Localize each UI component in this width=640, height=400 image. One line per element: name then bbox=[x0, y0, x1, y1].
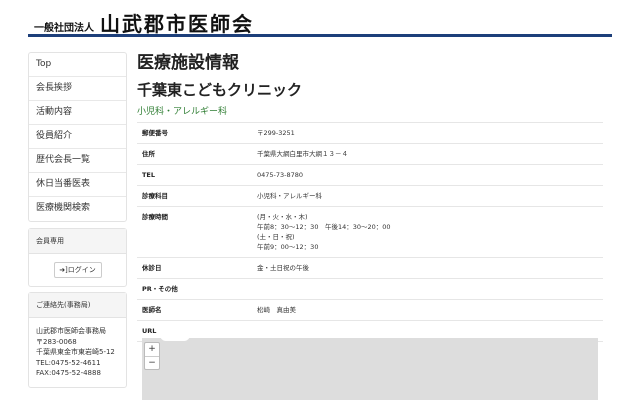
row-value: 0475-73-8780 bbox=[252, 164, 603, 186]
table-row: 住所 千葉県大網白里市大網１３－４ bbox=[137, 143, 603, 165]
login-button[interactable]: ➜]ログイン bbox=[53, 262, 102, 278]
sidebar-item-holiday-duty[interactable]: 休日当番医表 bbox=[29, 173, 126, 197]
table-row: 医師名 松崎 真由美 bbox=[137, 299, 603, 321]
header-divider bbox=[28, 34, 612, 37]
map-zoom-control: + − bbox=[144, 342, 160, 370]
row-value: 金・土日祝の午後 bbox=[252, 257, 603, 279]
zoom-in-button[interactable]: + bbox=[145, 343, 159, 357]
contact-line: 〒283-0068 bbox=[36, 337, 77, 346]
sidebar-item-greeting[interactable]: 会長挨拶 bbox=[29, 77, 126, 101]
row-value: 千葉県大網白里市大網１３－４ bbox=[252, 143, 603, 165]
contact-line: 山武郡市医師会事務局 bbox=[36, 327, 106, 335]
row-label: TEL bbox=[137, 164, 252, 186]
login-icon: ➜] bbox=[59, 266, 68, 274]
row-label: 医師名 bbox=[137, 299, 252, 321]
contact-line: 千葉県東金市東岩崎5-12 bbox=[36, 348, 115, 356]
row-label: 住所 bbox=[137, 143, 252, 165]
sidebar-item-past-presidents[interactable]: 歴代会長一覧 bbox=[29, 149, 126, 173]
row-value: 小児科・アレルギー科 bbox=[252, 185, 603, 207]
row-value bbox=[252, 278, 603, 300]
row-label: 休診日 bbox=[137, 257, 252, 279]
contact-line: TEL:0475-52-4611 bbox=[36, 358, 101, 367]
contact-heading: ご連絡先(事務局) bbox=[29, 293, 126, 318]
sidebar-nav: Top 会長挨拶 活動内容 役員紹介 歴代会長一覧 休日当番医表 医療機関検索 bbox=[28, 52, 127, 222]
table-row: PR・その他 bbox=[137, 278, 603, 300]
table-row: 休診日 金・土日祝の午後 bbox=[137, 257, 603, 279]
row-value: 松崎 真由美 bbox=[252, 299, 603, 321]
clinic-name: 千葉東こどもクリニック bbox=[137, 81, 303, 99]
contact-line: FAX:0475-52-4888 bbox=[36, 369, 101, 377]
members-panel: 会員専用 ➜]ログイン bbox=[28, 228, 127, 287]
row-label: 郵便番号 bbox=[137, 122, 252, 144]
row-label: 診療科目 bbox=[137, 185, 252, 207]
sidebar-item-activities[interactable]: 活動内容 bbox=[29, 101, 126, 125]
sidebar-item-top[interactable]: Top bbox=[29, 53, 126, 77]
sidebar-item-facility-search[interactable]: 医療機関検索 bbox=[29, 197, 126, 221]
table-row: 郵便番号 〒299-3251 bbox=[137, 122, 603, 144]
row-label: 診療時間 bbox=[137, 206, 252, 258]
sidebar-item-officers[interactable]: 役員紹介 bbox=[29, 125, 126, 149]
row-value: 〒299-3251 bbox=[252, 122, 603, 144]
clinic-subject: 小児科・アレルギー科 bbox=[137, 107, 228, 117]
contact-panel: ご連絡先(事務局) 山武郡市医師会事務局 〒283-0068 千葉県東金市東岩崎… bbox=[28, 292, 127, 388]
table-row: 診療科目 小児科・アレルギー科 bbox=[137, 185, 603, 207]
site-logo[interactable]: 一般社団法人 山武郡市医師会 bbox=[34, 8, 254, 37]
row-value: (月・火・水・木) 午前8：30〜12：30 午後14：30〜20：00 (土・… bbox=[252, 206, 603, 258]
page-title: 医療施設情報 bbox=[137, 53, 239, 73]
table-row: 診療時間 (月・火・水・木) 午前8：30〜12：30 午後14：30〜20：00… bbox=[137, 206, 603, 258]
main-content: 医療施設情報 千葉東こどもクリニック 小児科・アレルギー科 郵便番号 〒299-3… bbox=[137, 48, 603, 362]
members-heading: 会員専用 bbox=[29, 229, 126, 254]
zoom-out-button[interactable]: − bbox=[145, 357, 159, 370]
clinic-info-table: 郵便番号 〒299-3251 住所 千葉県大網白里市大網１３－４ TEL 0475-73-… bbox=[137, 122, 603, 362]
map-popup-tail bbox=[160, 333, 190, 341]
map[interactable] bbox=[142, 338, 598, 400]
table-row: TEL 0475-73-8780 bbox=[137, 164, 603, 186]
row-label: PR・その他 bbox=[137, 278, 252, 300]
